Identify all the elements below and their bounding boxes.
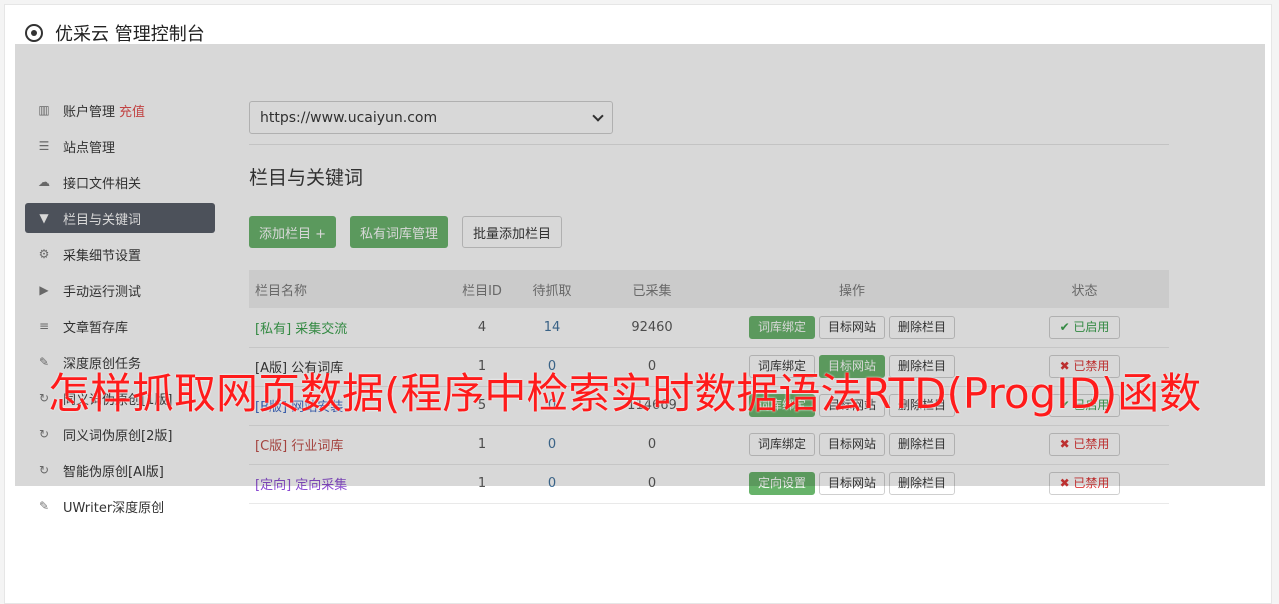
edit-icon: ✎ bbox=[38, 499, 50, 513]
sidebar-item-uwriter[interactable]: ✎ UWriter深度原创 bbox=[25, 491, 215, 521]
overlay-banner-text: 怎样抓取网页数据(程序中检索实时数据语法RTD(ProgID)函数 bbox=[48, 369, 1202, 418]
gear-icon bbox=[25, 23, 43, 42]
app-title: 优采云 管理控制台 bbox=[55, 23, 205, 45]
